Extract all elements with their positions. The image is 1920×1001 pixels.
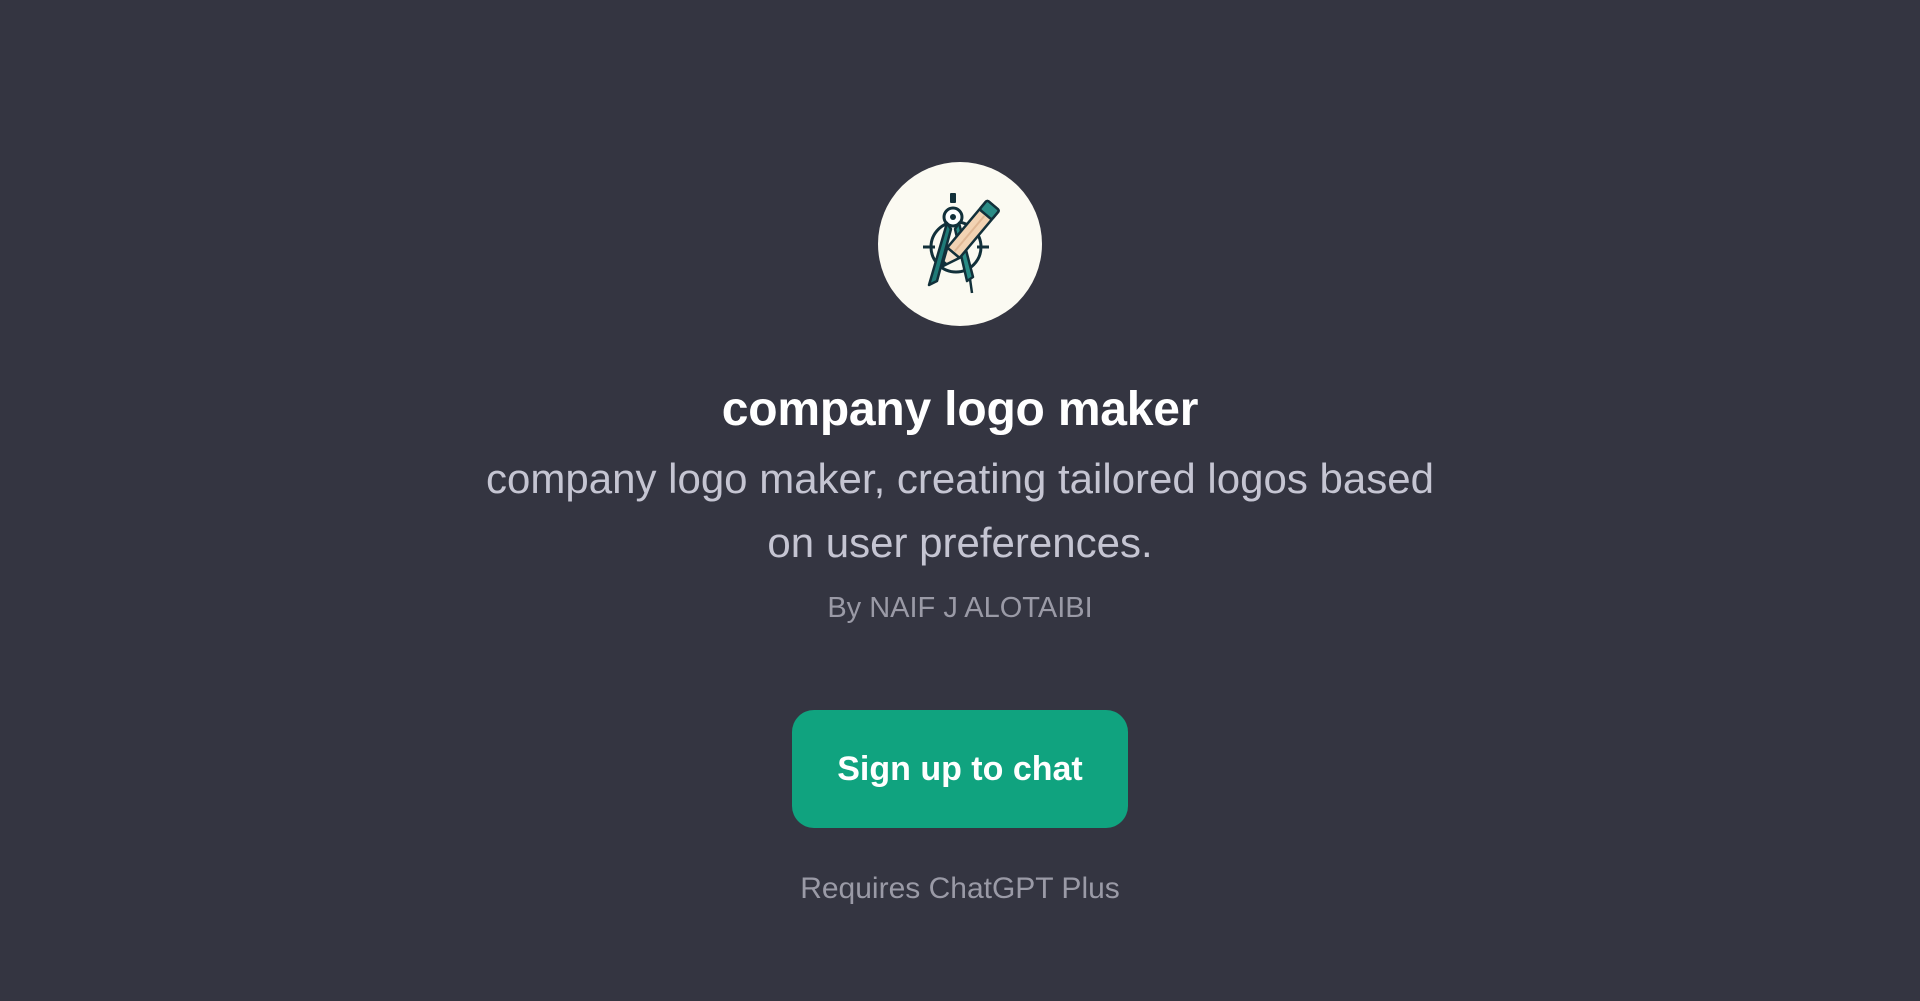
- gpt-avatar: [878, 162, 1042, 326]
- gpt-landing-page: company logo maker company logo maker, c…: [0, 0, 1920, 1001]
- gpt-description: company logo maker, creating tailored lo…: [486, 455, 1434, 566]
- gpt-title: company logo maker: [721, 383, 1199, 436]
- compass-pencil-icon: [923, 193, 1000, 294]
- sign-up-to-chat-button[interactable]: Sign up to chat: [792, 710, 1128, 828]
- gpt-author: By NAIF J ALOTAIBI: [827, 592, 1093, 624]
- requires-plus-note: Requires ChatGPT Plus: [800, 872, 1120, 905]
